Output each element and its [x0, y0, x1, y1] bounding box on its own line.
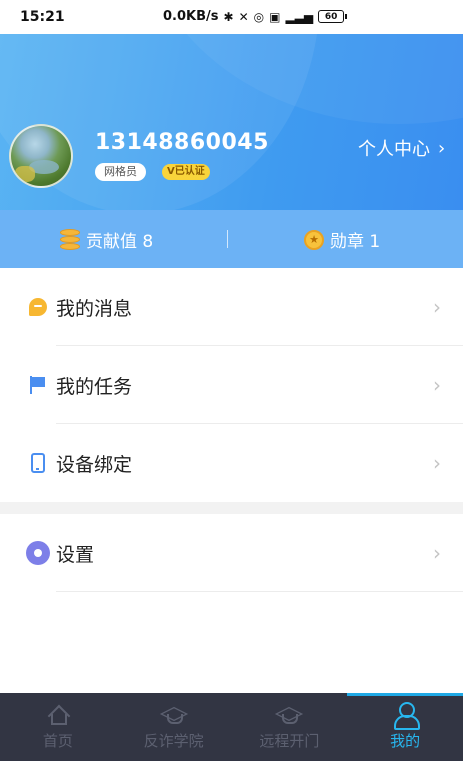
- tab-mine[interactable]: 我的: [347, 693, 463, 761]
- tab-label: 远程开门: [259, 732, 320, 750]
- mute-icon: ✕: [238, 9, 249, 24]
- avatar[interactable]: [9, 124, 73, 188]
- bluetooth-icon: ✱: [223, 9, 234, 24]
- status-bar: 15:21 0.0KB/s ✱ ✕ ◎ ▣ ▂▃▅ 60: [0, 0, 463, 34]
- chevron-right-icon: ›: [438, 137, 446, 159]
- graduation-cap-icon: [162, 704, 186, 724]
- home-icon: [48, 705, 68, 725]
- chevron-right-icon: ›: [433, 541, 441, 565]
- tab-home[interactable]: 首页: [0, 693, 116, 761]
- chevron-right-icon: ›: [433, 451, 441, 475]
- tab-remote-door[interactable]: 远程开门: [232, 693, 348, 761]
- tab-label: 反诈学院: [143, 732, 204, 750]
- medal-icon: ★: [304, 229, 324, 250]
- section-gap: [0, 502, 463, 514]
- user-phone: 13148860045: [95, 130, 269, 155]
- alarm-icon: ◎: [253, 9, 265, 24]
- menu-item-settings[interactable]: 设置 ›: [0, 514, 463, 592]
- chevron-right-icon: ›: [433, 295, 441, 319]
- battery-icon: 60: [318, 10, 348, 23]
- user-icon: [394, 702, 421, 730]
- status-time: 15:21: [20, 9, 65, 25]
- menu-list: 我的消息 › 我的任务 › 设备绑定 › 设置 ›: [0, 268, 463, 592]
- contribution-label: 贡献值 8: [86, 232, 154, 252]
- tab-anti-fraud-academy[interactable]: 反诈学院: [116, 693, 232, 761]
- tab-label: 我的: [390, 732, 421, 750]
- verified-badge: V已认证: [162, 164, 210, 180]
- menu-item-label: 我的任务: [56, 375, 133, 398]
- coins-icon: [60, 228, 80, 251]
- flag-icon: [30, 376, 46, 394]
- phone-icon: [31, 453, 45, 473]
- status-icons: 0.0KB/s ✱ ✕ ◎ ▣ ▂▃▅ 60: [163, 9, 348, 24]
- personal-center-link[interactable]: 个人中心 ›: [358, 135, 445, 161]
- tab-label: 首页: [42, 732, 73, 750]
- network-speed: 0.0KB/s: [163, 9, 219, 24]
- medal-label: 勋章 1: [330, 232, 381, 252]
- bottom-tab-bar: 首页 反诈学院 远程开门 我的: [0, 693, 463, 761]
- menu-item-label: 我的消息: [56, 297, 133, 320]
- stats-divider: [227, 230, 228, 248]
- menu-item-tasks[interactable]: 我的任务 ›: [0, 346, 463, 424]
- role-badge: 网格员: [95, 163, 146, 181]
- personal-center-label: 个人中心: [358, 139, 430, 160]
- battery-level: 60: [324, 11, 338, 22]
- stats-bar: 贡献值 8 ★ 勋章 1: [0, 210, 463, 268]
- hd-icon: ▣: [269, 9, 281, 24]
- divider: [56, 591, 463, 592]
- message-icon: [29, 298, 47, 316]
- menu-item-device-binding[interactable]: 设备绑定 ›: [0, 424, 463, 502]
- profile-header: 13148860045 网格员 V已认证 个人中心 ›: [0, 34, 463, 210]
- 4g-signal-icon: ▂▃▅: [285, 9, 314, 24]
- menu-item-label: 设置: [56, 543, 95, 566]
- menu-item-messages[interactable]: 我的消息 ›: [0, 268, 463, 346]
- gear-icon: [28, 543, 48, 563]
- menu-item-label: 设备绑定: [56, 453, 133, 476]
- medal-stat[interactable]: ★ 勋章 1: [304, 227, 380, 252]
- chevron-right-icon: ›: [433, 373, 441, 397]
- graduation-cap-icon: [277, 704, 301, 724]
- contribution-stat[interactable]: 贡献值 8: [60, 227, 153, 252]
